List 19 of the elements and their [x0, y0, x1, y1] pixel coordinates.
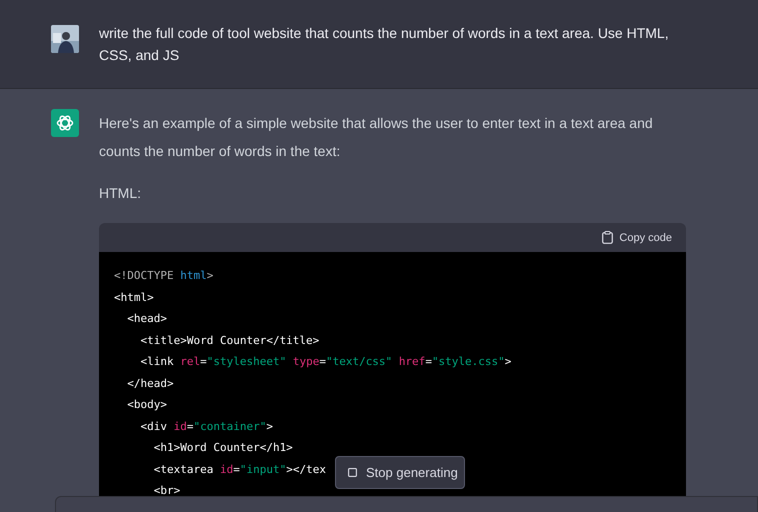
code-line: <link rel="stylesheet" type="text/css" href="style.css"> [139, 354, 512, 370]
code-line: <h1>Word Counter</h1> [152, 440, 293, 456]
assistant-paragraph: Here's an example of a simple website that allows the user to enter text in a text area and counts the number of words in the text: [99, 114, 654, 161]
code-line: </head> [126, 376, 174, 392]
clipboard-icon [602, 231, 614, 244]
code-line: <textarea id="input"></tex [152, 462, 326, 478]
stop-icon [348, 468, 357, 477]
code-line: <head> [126, 311, 167, 327]
code-line: <title>Word Counter</title> [139, 332, 320, 348]
assistant-logo-icon [51, 109, 79, 137]
code-line: <div id="container"> [139, 418, 273, 434]
assistant-paragraph: HTML: [99, 184, 142, 203]
user-message: write the full code of tool website that counts the number of words in a text area. Use HTML, CSS, and JS [99, 24, 670, 65]
code-line: <!DOCTYPE html> [114, 268, 214, 284]
code-line: <body> [126, 397, 167, 413]
code-line: <br> [152, 483, 180, 499]
stop-generating-button[interactable]: Stop generating [335, 456, 465, 489]
code-line: <html> [114, 290, 154, 306]
copy-code-button[interactable]: Copy code [602, 231, 672, 244]
